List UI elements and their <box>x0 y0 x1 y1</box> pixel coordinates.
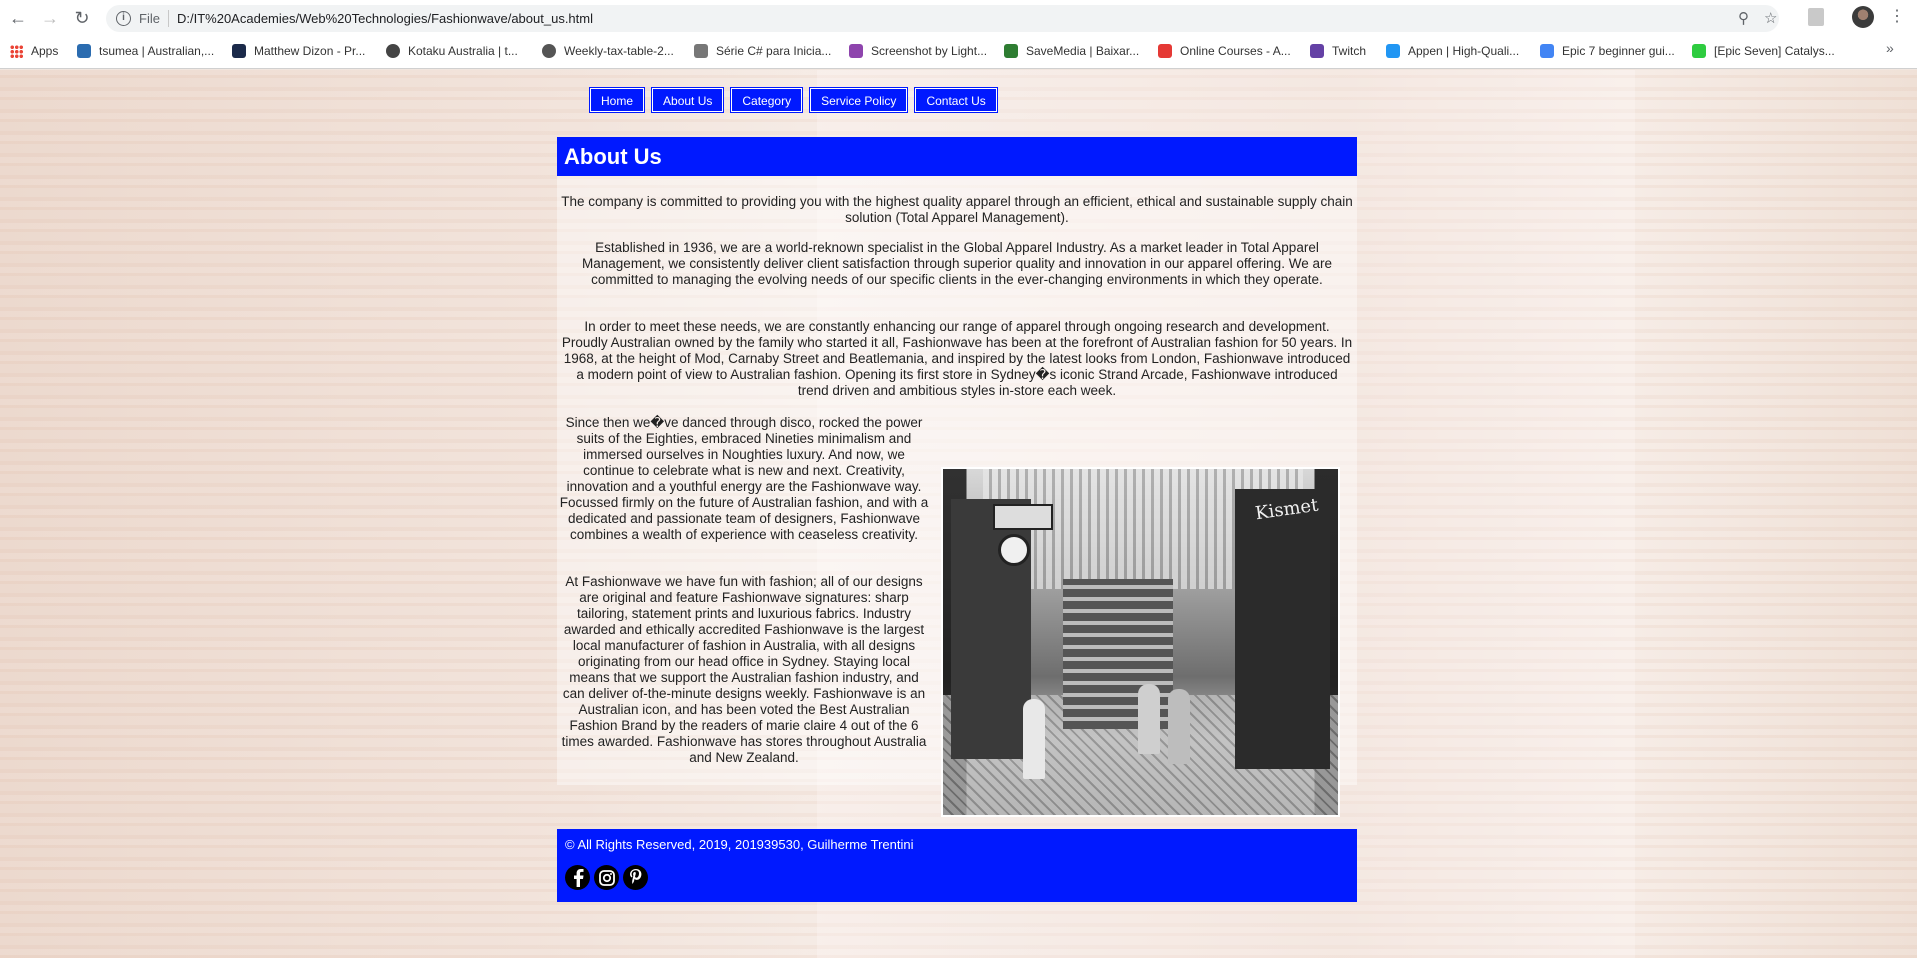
nav-service-policy[interactable]: Service Policy <box>809 87 909 113</box>
favicon-icon <box>1158 44 1172 58</box>
bookmark-online-courses[interactable]: Online Courses - A... <box>1158 42 1291 60</box>
forward-arrow-icon[interactable]: → <box>38 6 62 30</box>
pinterest-icon[interactable] <box>623 865 648 890</box>
star-icon[interactable]: ☆ <box>1764 9 1777 27</box>
favicon-icon <box>1004 44 1018 58</box>
extension-icon[interactable] <box>1808 8 1824 26</box>
favicon-icon <box>1540 44 1554 58</box>
reload-icon[interactable]: ↻ <box>70 6 94 30</box>
research-paragraph: In order to meet these needs, we are con… <box>561 319 1353 398</box>
bookmark-label: Online Courses - A... <box>1180 44 1291 58</box>
page-footer: © All Rights Reserved, 2019, 201939530, … <box>557 829 1357 902</box>
bookmarks-overflow-icon[interactable]: » <box>1886 40 1894 56</box>
bookmark-label: Matthew Dizon - Pr... <box>254 44 366 58</box>
url-separator <box>168 10 169 27</box>
page-title: About Us <box>564 144 662 169</box>
bookmark-label: [Epic Seven] Catalys... <box>1714 44 1835 58</box>
zoom-icon[interactable]: ⚲ <box>1738 9 1749 27</box>
social-links <box>565 865 648 890</box>
bookmark-label: Twitch <box>1332 44 1367 58</box>
bookmark-label: Epic 7 beginner gui... <box>1562 44 1675 58</box>
bookmark-serie-csharp[interactable]: Série C# para Inicia... <box>694 42 831 60</box>
bookmark-label: SaveMedia | Baixar... <box>1026 44 1140 58</box>
back-arrow-icon[interactable]: ← <box>6 6 30 30</box>
favicon-icon <box>1310 44 1324 58</box>
nav-category[interactable]: Category <box>730 87 804 113</box>
favicon-icon <box>1692 44 1706 58</box>
bookmark-tsumea[interactable]: tsumea | Australian,... <box>77 42 214 60</box>
fun-with-fashion-paragraph: At Fashionwave we have fun with fashion;… <box>561 574 927 765</box>
main-nav: Home About Us Category Service Policy Co… <box>588 87 998 113</box>
favicon-icon <box>694 44 708 58</box>
instagram-icon[interactable] <box>594 865 619 890</box>
address-bar[interactable]: i File D:/IT%20Academies/Web%20Technolog… <box>106 5 1779 32</box>
facebook-icon[interactable] <box>565 865 590 890</box>
bookmark-label: tsumea | Australian,... <box>99 44 215 58</box>
bookmark-screenshot[interactable]: Screenshot by Light... <box>849 42 987 60</box>
favicon-icon <box>77 44 91 58</box>
bookmark-kotaku[interactable]: Kotaku Australia | t... <box>386 42 518 60</box>
copyright-text: © All Rights Reserved, 2019, 201939530, … <box>565 837 914 852</box>
bookmark-twitch[interactable]: Twitch <box>1310 42 1366 60</box>
favicon-icon <box>1386 44 1400 58</box>
photo-clock <box>998 534 1030 566</box>
bookmark-epic-seven[interactable]: [Epic Seven] Catalys... <box>1692 42 1835 60</box>
bookmark-apps[interactable]: Apps <box>10 42 58 60</box>
bookmark-epic7-guide[interactable]: Epic 7 beginner gui... <box>1540 42 1675 60</box>
apps-grid-icon <box>10 44 23 58</box>
url-scheme: File <box>139 11 160 26</box>
since-then-paragraph: Since then we�ve danced through disco, r… <box>559 415 929 542</box>
bookmark-label: Série C# para Inicia... <box>716 44 832 58</box>
favicon-icon <box>542 44 556 58</box>
bookmark-savemedia[interactable]: SaveMedia | Baixar... <box>1004 42 1139 60</box>
bookmark-label: Apps <box>31 44 59 58</box>
address-row: ← → ↻ i File D:/IT%20Academies/Web%20Tec… <box>0 0 1917 36</box>
favicon-icon <box>232 44 246 58</box>
intro-paragraph: The company is committed to providing yo… <box>561 194 1353 225</box>
nav-contact-us[interactable]: Contact Us <box>914 87 998 113</box>
photo-shop-right <box>1235 489 1330 769</box>
bookmark-label: Appen | High-Quali... <box>1408 44 1520 58</box>
profile-avatar[interactable] <box>1852 6 1874 28</box>
page-header: About Us <box>557 137 1357 176</box>
photo-sign <box>993 504 1053 530</box>
photo-person <box>1138 684 1160 754</box>
history-paragraph: Established in 1936, we are a world-rekn… <box>582 240 1332 287</box>
bookmark-appen[interactable]: Appen | High-Quali... <box>1386 42 1519 60</box>
nav-about-us[interactable]: About Us <box>651 87 725 113</box>
bookmark-matthew-dizon[interactable]: Matthew Dizon - Pr... <box>232 42 365 60</box>
nav-home[interactable]: Home <box>588 87 646 113</box>
photo-person <box>1168 689 1190 764</box>
photo-person <box>1023 699 1045 779</box>
favicon-icon <box>849 44 863 58</box>
browser-chrome: ← → ↻ i File D:/IT%20Academies/Web%20Tec… <box>0 0 1917 69</box>
bookmark-label: Kotaku Australia | t... <box>408 44 518 58</box>
kebab-menu-icon[interactable]: ⋮ <box>1889 6 1905 26</box>
bookmark-weekly-tax[interactable]: Weekly-tax-table-2... <box>542 42 674 60</box>
bookmarks-bar: Apps tsumea | Australian,... Matthew Diz… <box>0 38 1917 64</box>
url-text[interactable]: D:/IT%20Academies/Web%20Technologies/Fas… <box>177 11 593 26</box>
bookmark-label: Weekly-tax-table-2... <box>564 44 674 58</box>
bookmark-label: Screenshot by Light... <box>871 44 988 58</box>
info-icon[interactable]: i <box>116 11 131 26</box>
favicon-icon <box>386 44 400 58</box>
strand-arcade-photo: Kismet <box>941 467 1340 817</box>
